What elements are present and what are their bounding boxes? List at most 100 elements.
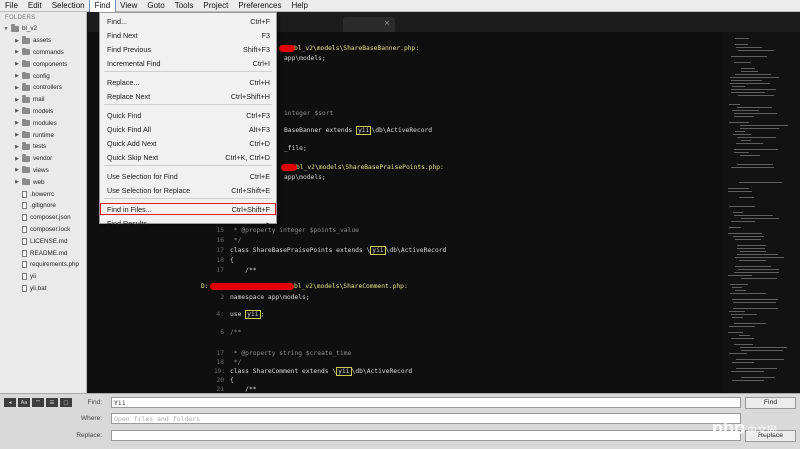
sidebar-folder[interactable]: ▶ vendor xyxy=(0,153,86,165)
sidebar-file[interactable]: yii xyxy=(0,271,86,283)
menu-file[interactable]: File xyxy=(0,0,23,12)
sidebar-folder[interactable]: ▶ assets xyxy=(0,35,86,47)
menu-separator xyxy=(104,165,272,166)
menu-item-replace[interactable]: Replace... Ctrl+H xyxy=(100,76,276,88)
menu-view[interactable]: View xyxy=(115,0,142,12)
sidebar-folder[interactable]: ▶ views xyxy=(0,165,86,177)
where-label: Where: xyxy=(81,415,102,422)
sidebar-folder[interactable]: ▶ mail xyxy=(0,94,86,106)
sidebar-folder[interactable]: ▶ modules xyxy=(0,117,86,129)
case-sensitive-toggle[interactable]: Aa xyxy=(18,398,30,407)
sidebar-file[interactable]: README.md xyxy=(0,247,86,259)
collapse-arrow-icon[interactable]: ▶ xyxy=(14,120,20,126)
menu-edit[interactable]: Edit xyxy=(23,0,47,12)
show-context-toggle[interactable]: ☰ xyxy=(46,398,58,407)
use-buffer-toggle[interactable]: ▢ xyxy=(60,398,72,407)
sidebar-folder[interactable]: ▶ commands xyxy=(0,47,86,59)
collapse-arrow-icon[interactable]: ▶ xyxy=(14,179,20,185)
menu-item-replace-next[interactable]: Replace Next Ctrl+Shift+H xyxy=(100,90,276,102)
replace-input[interactable] xyxy=(111,430,741,441)
menu-help[interactable]: Help xyxy=(286,0,312,12)
sidebar-file[interactable]: yii.bat xyxy=(0,283,86,295)
folder-icon xyxy=(22,95,30,103)
minimap[interactable] xyxy=(722,32,800,393)
find-button[interactable]: Find xyxy=(745,397,796,409)
menu-item-use-selection-for-find[interactable]: Use Selection for Find Ctrl+E xyxy=(100,170,276,182)
tree-item-label: views xyxy=(33,166,49,174)
collapse-arrow-icon[interactable]: ▶ xyxy=(14,73,20,79)
code-line: D: xyxy=(201,283,209,290)
collapse-arrow-icon[interactable]: ▶ xyxy=(14,156,20,162)
collapse-arrow-icon[interactable]: ▶ xyxy=(14,38,20,44)
menu-item-find-in-files[interactable]: Find in Files... Ctrl+Shift+F xyxy=(100,203,276,215)
menu-goto[interactable]: Goto xyxy=(142,0,169,12)
sidebar-file[interactable]: LICENSE.md xyxy=(0,235,86,247)
sidebar-folder[interactable]: ▼ bl_v2 xyxy=(0,23,86,35)
collapse-arrow-icon[interactable]: ▶ xyxy=(14,97,20,103)
editor-tab[interactable]: × xyxy=(343,17,395,32)
menu-item-label: Quick Skip Next xyxy=(107,152,159,162)
collapse-arrow-icon[interactable]: ▶ xyxy=(14,49,20,55)
sidebar-file[interactable]: .bowerrc xyxy=(0,188,86,200)
sidebar-folder[interactable]: ▶ tests xyxy=(0,141,86,153)
menu-selection[interactable]: Selection xyxy=(47,0,90,12)
menu-item-find-previous[interactable]: Find Previous Shift+F3 xyxy=(100,43,276,55)
collapse-arrow-icon[interactable]: ▶ xyxy=(14,167,20,173)
find-label: Find: xyxy=(87,399,102,406)
find-input[interactable]: Yii xyxy=(111,397,741,408)
sidebar-file[interactable]: composer.lock xyxy=(0,224,86,236)
redaction-mark xyxy=(279,45,295,52)
menu-find[interactable]: Find xyxy=(88,0,117,13)
minimap-line xyxy=(729,311,745,312)
menu-item-find-next[interactable]: Find Next F3 xyxy=(100,29,276,41)
sidebar-folder[interactable]: ▶ components xyxy=(0,58,86,70)
collapse-arrow-icon[interactable]: ▶ xyxy=(14,144,20,150)
replace-label: Replace: xyxy=(76,432,102,439)
menu-item-quick-find-all[interactable]: Quick Find All Alt+F3 xyxy=(100,123,276,135)
minimap-line xyxy=(737,107,772,108)
minimap-line xyxy=(736,368,777,369)
expand-arrow-icon[interactable]: ▼ xyxy=(3,26,9,32)
minimap-line xyxy=(731,56,767,57)
menu-preferences[interactable]: Preferences xyxy=(233,0,286,12)
menu-item-find-results[interactable]: Find Results ▸ xyxy=(100,217,276,229)
sidebar-file[interactable]: .gitignore xyxy=(0,200,86,212)
sidebar-folder[interactable]: ▶ models xyxy=(0,106,86,118)
tree-item-label: composer.lock xyxy=(30,225,71,233)
menu-item-quick-add-next[interactable]: Quick Add Next Ctrl+D xyxy=(100,137,276,149)
sidebar-folder[interactable]: ▶ controllers xyxy=(0,82,86,94)
collapse-arrow-icon[interactable]: ▶ xyxy=(14,108,20,114)
menu-item-find[interactable]: Find... Ctrl+F xyxy=(100,15,276,27)
menu-tools[interactable]: Tools xyxy=(170,0,199,12)
code-line: 17 * @property string $create_time xyxy=(216,350,352,357)
sidebar-file[interactable]: requirements.php xyxy=(0,259,86,271)
minimap-line xyxy=(734,116,754,117)
menu-item-quick-skip-next[interactable]: Quick Skip Next Ctrl+K, Ctrl+D xyxy=(100,151,276,163)
code-line: _file; xyxy=(284,145,307,152)
menu-project[interactable]: Project xyxy=(198,0,233,12)
collapse-arrow-icon[interactable]: ▶ xyxy=(14,61,20,67)
tree-item-label: composer.json xyxy=(30,214,71,222)
menu-item-use-selection-for-replace[interactable]: Use Selection for Replace Ctrl+Shift+E xyxy=(100,184,276,196)
sidebar-folder[interactable]: ▶ config xyxy=(0,70,86,82)
submenu-arrow-icon: ▸ xyxy=(266,218,270,228)
toggle-panel-icon[interactable]: ◂ xyxy=(4,398,16,407)
menu-item-incremental-find[interactable]: Incremental Find Ctrl+I xyxy=(100,57,276,69)
collapse-arrow-icon[interactable]: ▶ xyxy=(14,85,20,91)
where-input[interactable]: Open files and folders xyxy=(111,413,741,424)
whole-word-toggle[interactable]: "" xyxy=(32,398,44,407)
minimap-line xyxy=(733,308,778,309)
file-icon xyxy=(22,273,27,281)
minimap-line xyxy=(733,302,776,303)
minimap-line xyxy=(731,80,762,81)
code-line: 17 /** xyxy=(216,267,257,274)
sidebar-folder[interactable]: ▶ runtime xyxy=(0,129,86,141)
close-icon[interactable]: × xyxy=(384,19,390,27)
menu-item-shortcut: Ctrl+F xyxy=(250,16,270,26)
collapse-arrow-icon[interactable]: ▶ xyxy=(14,132,20,138)
menu-item-quick-find[interactable]: Quick Find Ctrl+F3 xyxy=(100,109,276,121)
sidebar-file[interactable]: composer.json xyxy=(0,212,86,224)
code-line: 4: use yii; xyxy=(216,310,265,319)
sidebar-folder[interactable]: ▶ web xyxy=(0,176,86,188)
file-icon xyxy=(22,225,27,233)
